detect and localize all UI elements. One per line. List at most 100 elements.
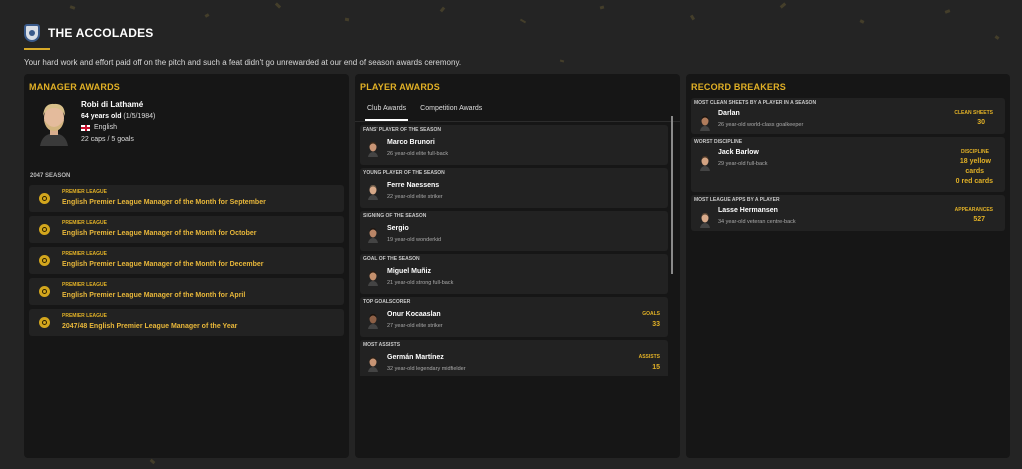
stat-label: APPEARANCES <box>954 207 993 213</box>
player-name[interactable]: Darlan <box>718 110 740 117</box>
england-flag-icon <box>81 124 90 131</box>
award-category: YOUNG PLAYER OF THE SEASON <box>363 170 445 176</box>
trophy-medal-icon <box>39 193 50 204</box>
award-competition: PREMIER LEAGUE <box>62 220 108 226</box>
manager-awards-panel: MANAGER AWARDS Robi di Lathamé 64 years … <box>24 74 349 458</box>
stat-value-line: 0 red cards <box>955 178 993 185</box>
stat-label: DISCIPLINE <box>960 149 989 155</box>
player-award-list[interactable]: FANS' PLAYER OF THE SEASON Marco Brunori… <box>360 122 675 376</box>
record-breakers-panel: RECORD BREAKERS MOST CLEAN SHEETS BY A P… <box>686 74 1010 458</box>
award-category: TOP GOALSCORER <box>363 299 411 305</box>
award-category: GOAL OF THE SEASON <box>363 256 420 262</box>
record-category: MOST LEAGUE APPS BY A PLAYER <box>694 197 780 203</box>
player-photo <box>368 356 378 372</box>
club-crest-icon <box>24 24 40 42</box>
manager-nationality-label: English <box>94 124 117 131</box>
award-name: English Premier League Manager of the Mo… <box>62 230 257 237</box>
award-category: SIGNING OF THE SEASON <box>363 213 427 219</box>
player-award-card[interactable]: GOAL OF THE SEASON Miguel Muñiz 21 year-… <box>360 254 668 294</box>
award-name: English Premier League Manager of the Mo… <box>62 261 264 268</box>
award-item[interactable]: PREMIER LEAGUE English Premier League Ma… <box>29 278 344 305</box>
player-description: 19 year-old wonderkid <box>387 237 442 243</box>
player-name[interactable]: Jack Barlow <box>718 149 759 156</box>
page-header: THE ACCOLADES Your hard work and effort … <box>24 24 998 67</box>
manager-name[interactable]: Robi di Lathamé <box>81 100 143 109</box>
record-card[interactable]: WORST DISCIPLINE Jack Barlow 29 year-old… <box>691 137 1005 192</box>
manager-photo[interactable] <box>36 100 72 146</box>
award-tabs: Club Awards Competition Awards <box>355 100 680 122</box>
player-description: 34 year-old veteran centre-back <box>718 219 796 225</box>
stat-label: CLEAN SHEETS <box>954 110 993 116</box>
stat-value: 527 <box>973 216 985 223</box>
manager-award-list: PREMIER LEAGUE English Premier League Ma… <box>24 185 349 336</box>
record-category: WORST DISCIPLINE <box>694 139 743 145</box>
player-awards-panel: PLAYER AWARDS Club Awards Competition Aw… <box>355 74 680 458</box>
player-award-card[interactable]: SIGNING OF THE SEASON Sergio 19 year-old… <box>360 211 668 251</box>
trophy-medal-icon <box>39 255 50 266</box>
player-photo <box>368 227 378 243</box>
player-description: 26 year-old elite full-back <box>387 151 449 157</box>
player-award-card[interactable]: MOST ASSISTS Germán Martínez 32 year-old… <box>360 340 668 376</box>
player-description: 26 year-old world-class goalkeeper <box>718 122 804 128</box>
record-card[interactable]: MOST LEAGUE APPS BY A PLAYER Lasse Herma… <box>691 195 1005 231</box>
award-competition: PREMIER LEAGUE <box>62 189 108 195</box>
player-photo <box>700 212 710 228</box>
stat-value-line: cards <box>965 168 984 175</box>
award-name: English Premier League Manager of the Mo… <box>62 292 246 299</box>
award-item[interactable]: PREMIER LEAGUE English Premier League Ma… <box>29 216 344 243</box>
trophy-medal-icon <box>39 286 50 297</box>
player-name[interactable]: Miguel Muñiz <box>387 268 431 275</box>
award-name: English Premier League Manager of the Mo… <box>62 199 266 206</box>
trophy-medal-icon <box>39 317 50 328</box>
panel-title: MANAGER AWARDS <box>29 82 120 92</box>
manager-nationality: English <box>81 124 117 131</box>
player-name[interactable]: Ferre Naessens <box>387 182 439 189</box>
stat-label: GOALS <box>642 311 660 317</box>
panel-title: RECORD BREAKERS <box>691 82 787 92</box>
page-subtitle: Your hard work and effort paid off on th… <box>24 58 462 67</box>
player-name[interactable]: Lasse Hermansen <box>718 207 778 214</box>
stat-value: 30 <box>977 119 985 126</box>
player-description: 21 year-old strong full-back <box>387 280 454 286</box>
player-description: 22 year-old elite striker <box>387 194 443 200</box>
player-photo <box>368 184 378 200</box>
award-name: 2047/48 English Premier League Manager o… <box>62 323 238 330</box>
player-description: 27 year-old elite striker <box>387 323 443 329</box>
player-name[interactable]: Sergio <box>387 225 409 232</box>
award-category: MOST ASSISTS <box>363 342 401 348</box>
tab-club-awards[interactable]: Club Awards <box>364 100 409 121</box>
title-underline <box>24 48 50 50</box>
award-competition: PREMIER LEAGUE <box>62 282 108 288</box>
page-title: THE ACCOLADES <box>48 26 154 40</box>
stat-value-line: 18 yellow <box>959 158 991 165</box>
player-name[interactable]: Onur Kocaaslan <box>387 311 441 318</box>
player-photo <box>368 313 378 329</box>
stat-value: 33 <box>652 321 660 328</box>
record-card[interactable]: MOST CLEAN SHEETS BY A PLAYER IN A SEASO… <box>691 98 1005 134</box>
player-description: 29 year-old full-back <box>718 161 768 167</box>
award-competition: PREMIER LEAGUE <box>62 313 108 319</box>
player-award-card[interactable]: YOUNG PLAYER OF THE SEASON Ferre Naessen… <box>360 168 668 208</box>
player-award-card[interactable]: TOP GOALSCORER Onur Kocaaslan 27 year-ol… <box>360 297 668 337</box>
scrollbar-thumb[interactable] <box>671 116 673 274</box>
award-item[interactable]: PREMIER LEAGUE English Premier League Ma… <box>29 185 344 212</box>
panel-title: PLAYER AWARDS <box>360 82 440 92</box>
player-photo <box>368 270 378 286</box>
manager-caps-goals: 22 caps / 5 goals <box>81 136 134 143</box>
stat-label: ASSISTS <box>638 354 660 360</box>
manager-profile: Robi di Lathamé 64 years old (1/5/1984) … <box>24 98 349 156</box>
season-label: 2047 SEASON <box>30 173 71 179</box>
player-award-card[interactable]: FANS' PLAYER OF THE SEASON Marco Brunori… <box>360 125 668 165</box>
player-photo <box>368 141 378 157</box>
player-name[interactable]: Marco Brunori <box>387 139 435 146</box>
tab-competition-awards[interactable]: Competition Awards <box>420 100 482 121</box>
manager-age-years: 64 years old <box>81 113 122 120</box>
stat-value: 15 <box>652 364 660 371</box>
award-item[interactable]: PREMIER LEAGUE 2047/48 English Premier L… <box>29 309 344 336</box>
player-photo <box>700 155 710 171</box>
player-name[interactable]: Germán Martínez <box>387 354 444 361</box>
player-description: 32 year-old legendary midfielder <box>387 366 466 372</box>
record-category: MOST CLEAN SHEETS BY A PLAYER IN A SEASO… <box>694 100 817 106</box>
award-item[interactable]: PREMIER LEAGUE English Premier League Ma… <box>29 247 344 274</box>
manager-dob: (1/5/1984) <box>123 113 156 120</box>
